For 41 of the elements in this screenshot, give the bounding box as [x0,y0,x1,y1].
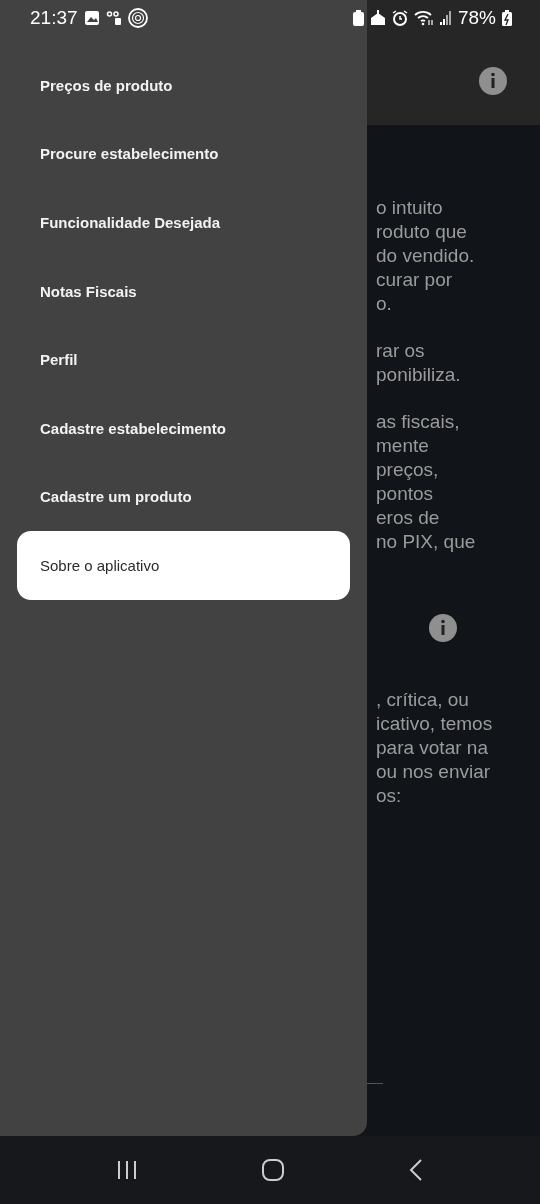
drawer-item[interactable]: Cadastre um produto [17,462,350,532]
body-text: no PIX, que [376,530,477,554]
drawer-item[interactable]: Preços de produto [17,51,350,120]
info-icon[interactable] [478,66,508,96]
body-text: as fiscais, [376,410,461,434]
drawer-item[interactable]: Funcionalidade Desejada [17,188,350,257]
body-text: curar por [376,268,454,292]
body-text: do vendido. [376,244,476,268]
body-text: rar os [376,339,426,363]
signal-icon [439,11,452,25]
back-icon[interactable] [407,1158,424,1182]
drawer-item[interactable]: Procure estabelecimento [17,119,350,189]
body-text: mente [376,434,430,458]
body-text: para votar na [376,736,489,760]
body-text: , crítica, ou [376,688,470,712]
body-text: icativo, temos [376,712,494,736]
wifi-icon [413,10,434,26]
voicemail-icon [105,10,122,26]
alarm-icon [391,10,408,26]
body-text: pontos [376,482,435,506]
drawer-item[interactable]: Cadastre estabelecimento [17,393,350,463]
body-text: roduto que [376,220,468,244]
body-text: o. [376,292,393,316]
body-text: preços, [376,458,440,482]
battery-percent: 78% [457,7,496,29]
recent-apps-icon[interactable] [116,1160,139,1180]
body-text: o intuito [376,196,444,220]
body-text: ou nos enviar [376,760,492,784]
clock: 21:37 [30,7,78,29]
battery-saver-icon [352,10,364,26]
drawer-item[interactable]: Notas Fiscais [17,256,350,326]
info-icon[interactable] [428,613,458,643]
body-text: ponibiliza. [376,363,462,387]
home-icon [369,10,386,26]
body-text: eros de [376,506,441,530]
drawer-item[interactable]: Perfil [17,325,350,394]
drawer-item[interactable]: Sobre o aplicativo [17,531,350,600]
body-text: os: [376,784,403,808]
fingerprint-icon [127,8,148,28]
home-button-icon[interactable] [261,1159,285,1181]
battery-charging-icon [502,10,512,26]
